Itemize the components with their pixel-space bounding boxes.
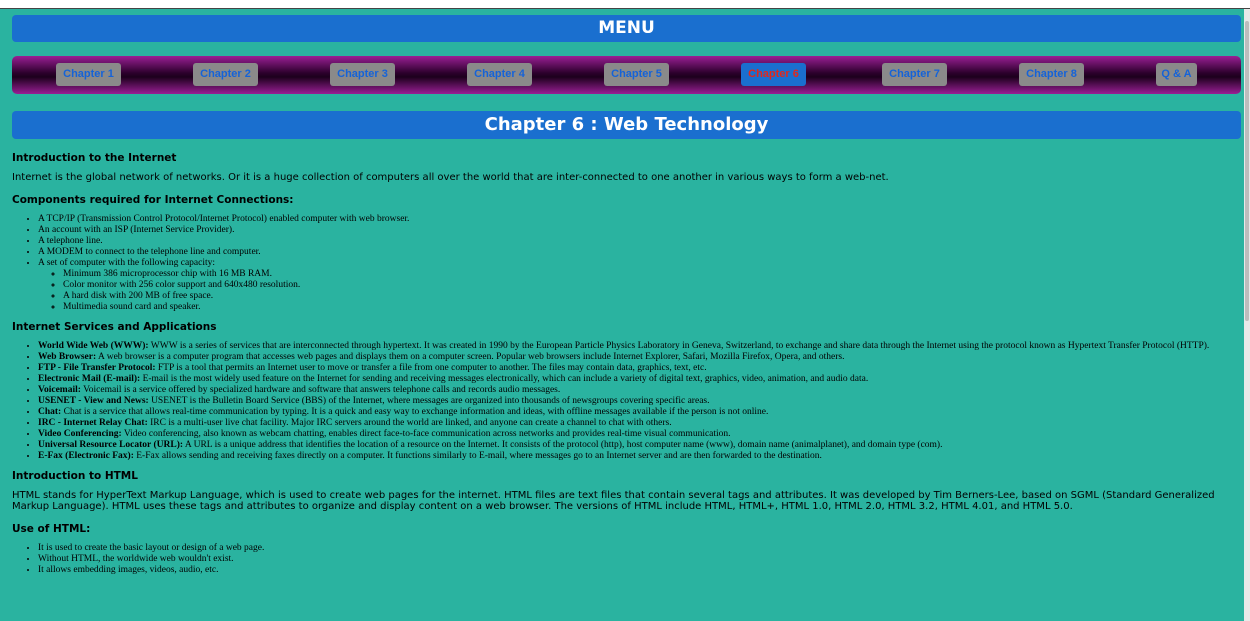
service-desc: E-Fax allows sending and receiving faxes… [133, 450, 822, 461]
list-item-text: A set of computer with the following cap… [38, 257, 216, 268]
service-desc: WWW is a series of services that are int… [148, 340, 1210, 351]
use-html-list: It is used to create the basic layout or… [12, 543, 1242, 576]
service-desc: Voicemail is a service offered by specia… [80, 384, 561, 395]
service-desc: E-mail is the most widely used feature o… [140, 373, 869, 384]
capacity-sublist: Minimum 386 microprocessor chip with 16 … [38, 269, 1242, 313]
list-item: Web Browser: A web browser is a computer… [38, 352, 1242, 363]
service-desc: Chat is a service that allows real-time … [61, 406, 769, 417]
service-desc: FTP is a tool that permits an Internet u… [155, 362, 707, 373]
heading-services: Internet Services and Applications [12, 320, 217, 333]
sublist-item: Multimedia sound card and speaker. [63, 302, 1242, 313]
list-item: It is used to create the basic layout or… [38, 543, 1242, 554]
text-intro-internet: Internet is the global network of networ… [12, 172, 889, 183]
list-item: Universal Resource Locator (URL): A URL … [38, 440, 1242, 451]
list-item: An account with an ISP (Internet Service… [38, 225, 1242, 236]
service-desc: USENET is the Bulletin Board Service (BB… [148, 395, 710, 406]
list-item: FTP - File Transfer Protocol: FTP is a t… [38, 363, 1242, 374]
heading-use-html: Use of HTML: [12, 522, 91, 535]
heading-components: Components required for Internet Connect… [12, 193, 294, 206]
menu-header: MENU [12, 15, 1241, 42]
sublist-item: Color monitor with 256 color support and… [63, 280, 1242, 291]
heading-intro-internet: Introduction to the Internet [12, 152, 177, 164]
chapter-nav-bar: Chapter 1 Chapter 2 Chapter 3 Chapter 4 … [12, 56, 1241, 94]
services-list: World Wide Web (WWW): WWW is a series of… [12, 341, 1242, 462]
heading-intro-html: Introduction to HTML [12, 469, 138, 482]
list-item: A telephone line. [38, 236, 1242, 247]
list-item: Video Conferencing: Video conferencing, … [38, 429, 1242, 440]
nav-chapter-3[interactable]: Chapter 3 [330, 63, 395, 86]
list-item: Voicemail: Voicemail is a service offere… [38, 385, 1242, 396]
list-item: USENET - View and News: USENET is the Bu… [38, 396, 1242, 407]
service-term: Video Conferencing: [38, 428, 122, 439]
components-list: A TCP/IP (Transmission Control Protocol/… [12, 214, 1242, 313]
nav-chapter-2[interactable]: Chapter 2 [193, 63, 258, 86]
chapter-title: Chapter 6 : Web Technology [12, 111, 1241, 139]
list-item: IRC - Internet Relay Chat: IRC is a mult… [38, 418, 1242, 429]
service-desc: A web browser is a computer program that… [96, 351, 845, 362]
nav-chapter-5[interactable]: Chapter 5 [604, 63, 669, 86]
nav-chapter-8[interactable]: Chapter 8 [1019, 63, 1084, 86]
list-item: Electronic Mail (E-mail): E-mail is the … [38, 374, 1242, 385]
service-term: Voicemail: [38, 384, 81, 395]
service-term: E-Fax (Electronic Fax): [38, 450, 134, 461]
service-term: IRC - Internet Relay Chat: [38, 417, 148, 428]
nav-chapter-1[interactable]: Chapter 1 [56, 63, 121, 86]
service-term: Chat: [38, 406, 62, 417]
service-term: Universal Resource Locator (URL): [38, 439, 184, 450]
service-desc: IRC is a multi-user live chat facility. … [147, 417, 672, 428]
text-intro-html: HTML stands for HyperText Markup Languag… [12, 489, 1215, 513]
list-item: World Wide Web (WWW): WWW is a series of… [38, 341, 1242, 352]
service-term: Web Browser: [38, 351, 97, 362]
list-item: A set of computer with the following cap… [38, 258, 1242, 313]
nav-chapter-4[interactable]: Chapter 4 [467, 63, 532, 86]
nav-qa[interactable]: Q & A [1156, 63, 1197, 86]
chapter-content: Introduction to the Internet Internet is… [12, 146, 1242, 584]
service-term: World Wide Web (WWW): [38, 340, 149, 351]
service-desc: A URL is a unique address that identifie… [183, 439, 943, 450]
nav-chapter-6[interactable]: Chapter 6 [741, 63, 806, 86]
sublist-item: Minimum 386 microprocessor chip with 16 … [63, 269, 1242, 280]
service-desc: Video conferencing, also known as webcam… [121, 428, 731, 439]
list-item: Chat: Chat is a service that allows real… [38, 407, 1242, 418]
scrollbar[interactable] [1244, 9, 1250, 621]
list-item: Without HTML, the worldwide web wouldn't… [38, 554, 1242, 565]
browser-top-edge [0, 0, 1250, 9]
list-item: A TCP/IP (Transmission Control Protocol/… [38, 214, 1242, 225]
list-item: E-Fax (Electronic Fax): E-Fax allows sen… [38, 451, 1242, 462]
sublist-item: A hard disk with 200 MB of free space. [63, 291, 1242, 302]
service-term: FTP - File Transfer Protocol: [38, 362, 156, 373]
scrollbar-thumb[interactable] [1245, 21, 1249, 321]
service-term: Electronic Mail (E-mail): [38, 373, 141, 384]
nav-chapter-7[interactable]: Chapter 7 [882, 63, 947, 86]
list-item: It allows embedding images, videos, audi… [38, 565, 1242, 576]
list-item: A MODEM to connect to the telephone line… [38, 247, 1242, 258]
service-term: USENET - View and News: [38, 395, 149, 406]
